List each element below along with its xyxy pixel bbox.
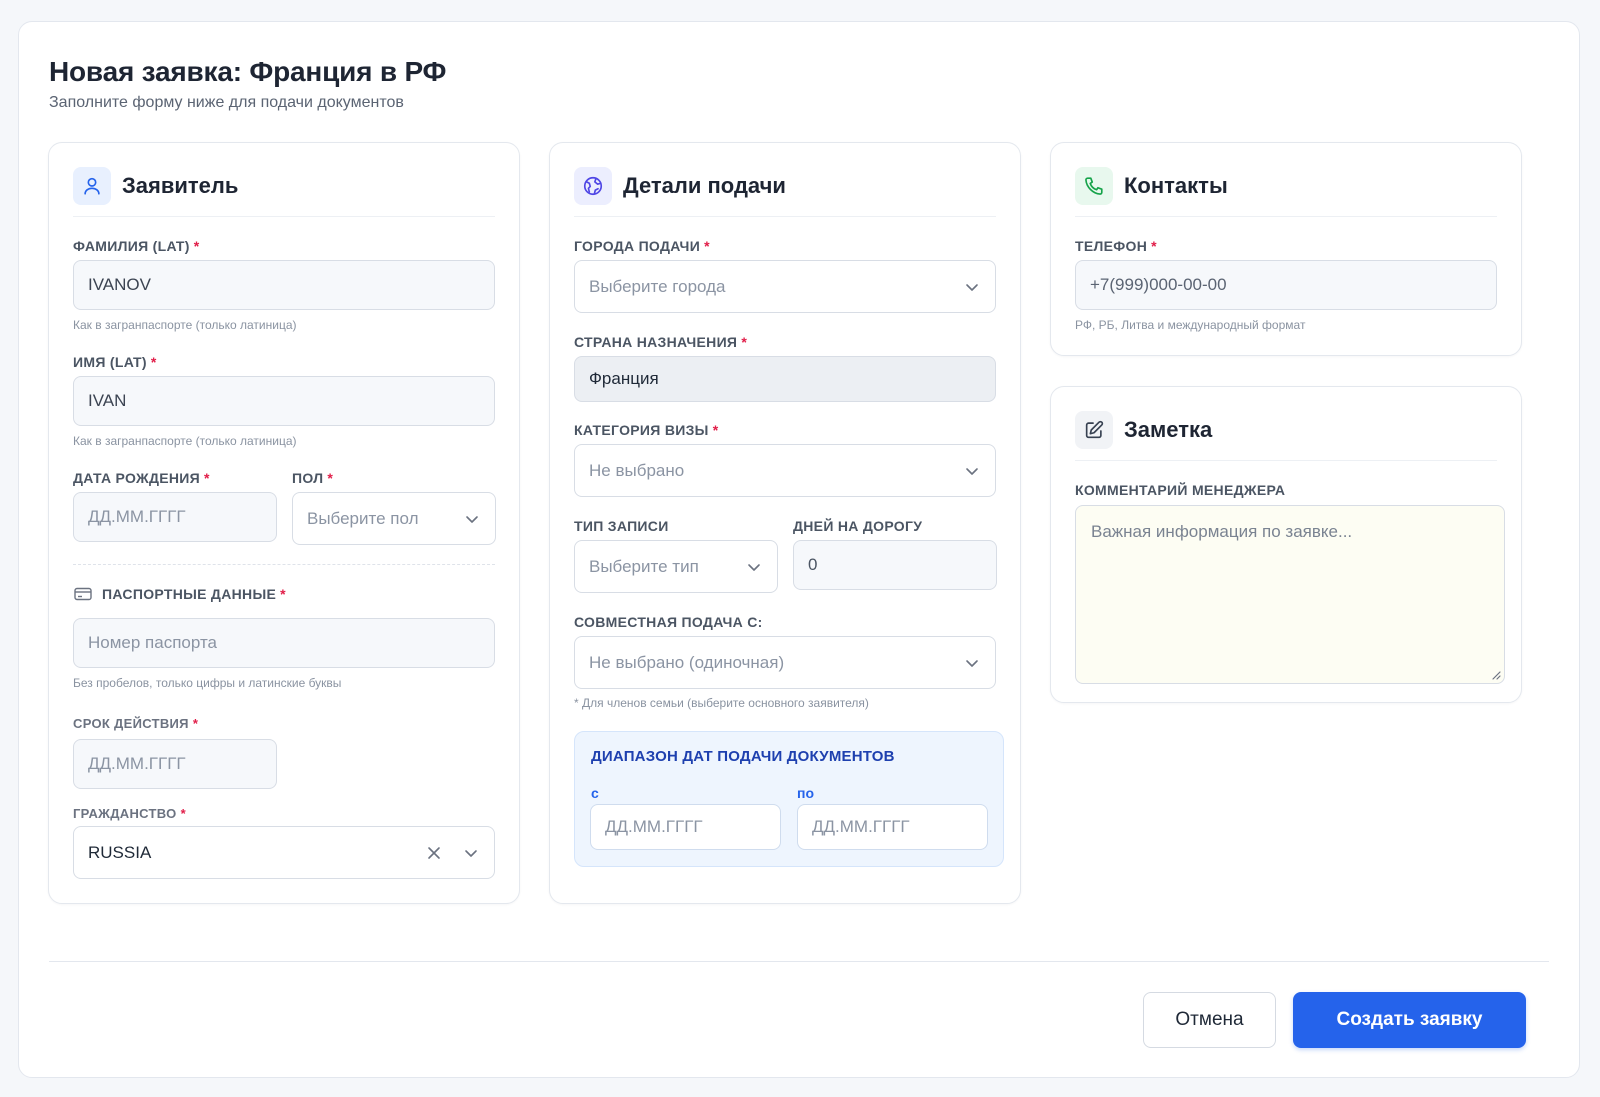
- note-card-title: Заметка: [1124, 417, 1213, 442]
- chevron-down-icon: [966, 467, 978, 475]
- manager-comment-label: КОММЕНТАРИЙ МЕНЕДЖЕРА: [1075, 482, 1286, 498]
- contacts-card-header: Контакты: [1075, 167, 1497, 217]
- citizenship-select[interactable]: RUSSIA: [73, 826, 495, 879]
- submission-card-header: Детали подачи: [574, 167, 996, 217]
- range-from-input[interactable]: ДД.ММ.ГГГГ: [590, 804, 781, 850]
- cities-label: ГОРОДА ПОДАЧИ *: [574, 238, 710, 254]
- date-range-title: ДИАПАЗОН ДАТ ПОДАЧИ ДОКУМЕНТОВ: [591, 748, 895, 765]
- chevron-down-icon[interactable]: [464, 846, 478, 860]
- phone-label: ТЕЛЕФОН *: [1075, 238, 1157, 254]
- chevron-down-icon: [966, 659, 978, 667]
- manager-comment-textarea[interactable]: Важная информация по заявке...: [1075, 505, 1505, 684]
- birth-date-label: ДАТА РОЖДЕНИЯ *: [73, 470, 210, 486]
- validity-label: СРОК ДЕЙСТВИЯ *: [73, 716, 199, 731]
- passport-hint: Без пробелов, только цифры и латинские б…: [73, 676, 342, 690]
- record-type-label: ТИП ЗАПИСИ: [574, 518, 669, 534]
- gender-label: ПОЛ *: [292, 470, 334, 486]
- phone-hint: РФ, РБ, Литва и международный формат: [1075, 318, 1306, 332]
- clear-icon[interactable]: [426, 845, 442, 861]
- phone-icon: [1075, 167, 1113, 205]
- chevron-down-icon: [966, 283, 978, 291]
- applicant-card-title: Заявитель: [122, 173, 239, 198]
- joint-submission-select[interactable]: Не выбрано (одиночная): [574, 636, 996, 689]
- surname-hint: Как в загранпаспорте (только латиница): [73, 318, 297, 332]
- range-from-label: с: [591, 785, 599, 801]
- travel-days-label: ДНЕЙ НА ДОРОГУ: [793, 518, 923, 534]
- gender-select[interactable]: Выберите пол: [292, 492, 496, 545]
- phone-input[interactable]: +7(999)000-00-00: [1075, 260, 1497, 310]
- submission-card: Детали подачи ГОРОДА ПОДАЧИ * Выберите го…: [549, 142, 1021, 904]
- visa-category-select[interactable]: Не выбрано: [574, 444, 996, 497]
- joint-submission-hint: * Для членов семьи (выберите основного з…: [574, 696, 869, 710]
- surname-label: ФАМИЛИЯ (LAT) *: [73, 238, 200, 254]
- joint-submission-label: СОВМЕСТНАЯ ПОДАЧА С:: [574, 614, 763, 630]
- globe-icon: [574, 167, 612, 205]
- name-label: ИМЯ (LAT) *: [73, 354, 157, 370]
- cancel-button[interactable]: Отмена: [1143, 992, 1276, 1048]
- contacts-card-title: Контакты: [1124, 173, 1228, 198]
- user-icon: [73, 167, 111, 205]
- note-card: Заметка КОММЕНТАРИЙ МЕНЕДЖЕРА Важная инф…: [1050, 386, 1522, 703]
- edit-icon: [1075, 411, 1113, 449]
- note-card-header: Заметка: [1075, 411, 1497, 461]
- page-subtitle: Заполните форму ниже для подачи документ…: [49, 94, 404, 111]
- page-title: Новая заявка: Франция в РФ: [49, 56, 447, 87]
- citizenship-label: ГРАЖДАНСТВО *: [73, 806, 186, 821]
- validity-date-input[interactable]: ДД.ММ.ГГГГ: [73, 739, 277, 789]
- new-application-modal: Новая заявка: Франция в РФ Заполните фор…: [18, 21, 1580, 1078]
- footer-divider: [49, 961, 1549, 962]
- range-to-label: по: [797, 785, 815, 801]
- chevron-down-icon: [466, 515, 478, 523]
- create-application-button[interactable]: Создать заявку: [1293, 992, 1526, 1048]
- passport-section-label: ПАСПОРТНЫЕ ДАННЫЕ *: [102, 586, 286, 602]
- card-icon: [74, 587, 92, 601]
- chevron-down-icon: [748, 563, 760, 571]
- range-to-input[interactable]: ДД.ММ.ГГГГ: [797, 804, 988, 850]
- date-range-box: ДИАПАЗОН ДАТ ПОДАЧИ ДОКУМЕНТОВ с ДД.ММ.Г…: [574, 731, 1004, 867]
- birth-date-input[interactable]: ДД.ММ.ГГГГ: [73, 492, 277, 542]
- cities-select[interactable]: Выберите города: [574, 260, 996, 313]
- resize-handle-icon[interactable]: [1491, 670, 1501, 680]
- surname-input[interactable]: IVANOV: [73, 260, 495, 310]
- contacts-card: Контакты ТЕЛЕФОН * +7(999)000-00-00 РФ, Р…: [1050, 142, 1522, 356]
- record-type-select[interactable]: Выберите тип: [574, 540, 778, 593]
- submission-card-title: Детали подачи: [623, 173, 786, 198]
- passport-number-input[interactable]: Номер паспорта: [73, 618, 495, 668]
- country-input: Франция: [574, 356, 996, 402]
- name-hint: Как в загранпаспорте (только латиница): [73, 434, 297, 448]
- applicant-card: Заявитель ФАМИЛИЯ (LAT) * IVANOV Как в за…: [48, 142, 520, 904]
- visa-category-label: КАТЕГОРИЯ ВИЗЫ *: [574, 422, 719, 438]
- travel-days-input[interactable]: 0: [793, 540, 997, 590]
- name-input[interactable]: IVAN: [73, 376, 495, 426]
- applicant-card-header: Заявитель: [73, 167, 495, 217]
- section-divider: [73, 564, 495, 565]
- country-label: СТРАНА НАЗНАЧЕНИЯ *: [574, 334, 748, 350]
